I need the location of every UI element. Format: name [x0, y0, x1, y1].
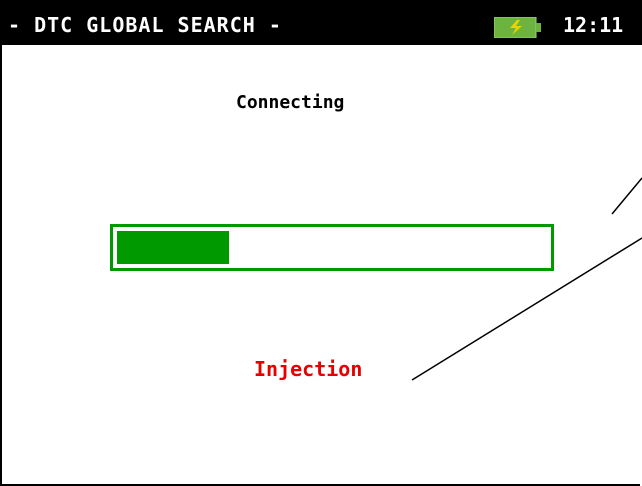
page: - DTC GLOBAL SEARCH - 12:11 Connecting I…: [0, 0, 642, 486]
callout-line: [411, 177, 642, 381]
